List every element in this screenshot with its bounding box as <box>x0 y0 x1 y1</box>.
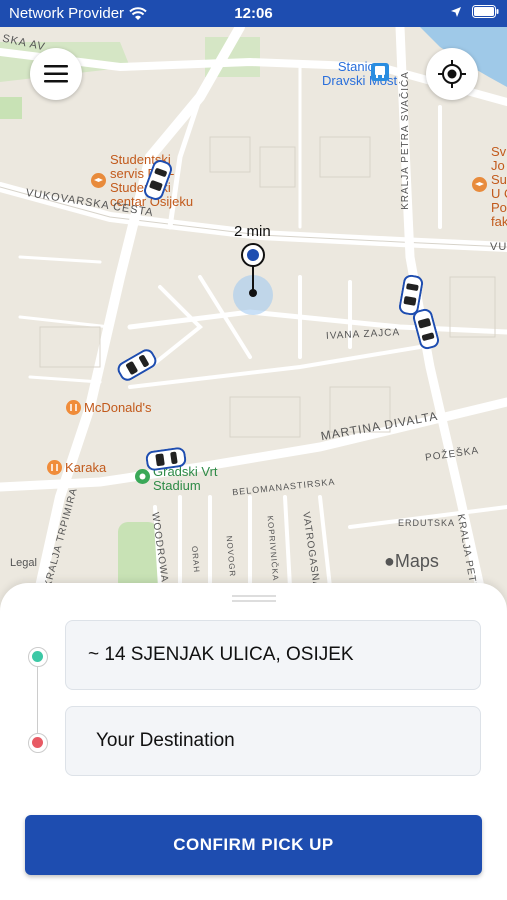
menu-button[interactable] <box>30 48 82 100</box>
maps-brand: ●Maps <box>384 551 439 571</box>
route-line <box>37 666 38 741</box>
pickup-indicator <box>28 647 48 667</box>
sheet-handle[interactable] <box>232 595 276 602</box>
pickup-address: ~ 14 SJENJAK ULICA, OSIJEK <box>88 644 354 665</box>
restaurant-icon <box>47 460 62 475</box>
apple-icon: ● <box>384 551 395 571</box>
legal-link[interactable]: Legal <box>10 557 37 569</box>
street-label: VU <box>490 241 507 253</box>
hamburger-icon <box>44 65 68 83</box>
confirm-pickup-button[interactable]: CONFIRM PICK UP <box>25 815 482 875</box>
location-arrow-icon <box>451 6 461 17</box>
map-view[interactable]: 2 min Stanica Dravski Most Studentski ser… <box>0 27 507 587</box>
restaurant-icon <box>66 400 81 415</box>
street-label: KRALJA PETRA SVAČIĆA <box>399 71 411 210</box>
karaka-label: Karaka <box>65 460 107 475</box>
education-icon <box>91 173 106 188</box>
destination-placeholder: Your Destination <box>96 730 235 751</box>
battery-icon <box>472 5 499 18</box>
mcdonalds-label: McDonald's <box>84 400 152 415</box>
eta-label: 2 min <box>234 223 271 240</box>
destination-field[interactable]: Your Destination <box>65 706 481 776</box>
bus-station-icon <box>371 63 389 81</box>
education-icon <box>472 177 487 192</box>
street-label: ERDUTSKA <box>398 518 456 528</box>
destination-indicator <box>28 733 48 753</box>
pickup-field[interactable]: ~ 14 SJENJAK ULICA, OSIJEK <box>65 620 481 690</box>
clock: 12:06 <box>234 5 273 22</box>
crosshair-icon <box>438 60 466 88</box>
right-poi-label: SvJoSu U OPofak <box>491 144 507 229</box>
locate-me-button[interactable] <box>426 48 478 100</box>
status-bar: Network Provider 12:06 <box>0 0 507 27</box>
